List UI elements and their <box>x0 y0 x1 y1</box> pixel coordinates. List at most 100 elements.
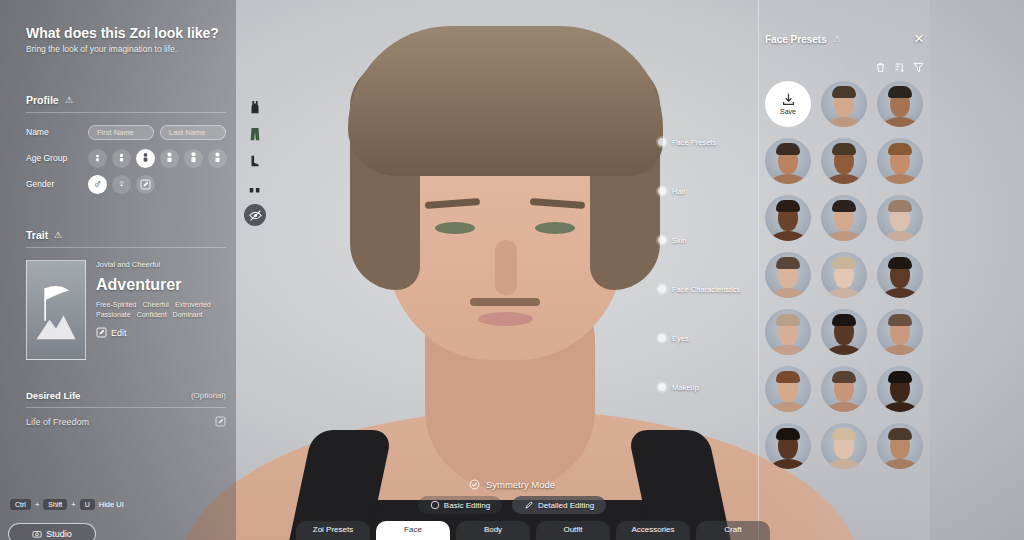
gender-button[interactable]: ♀ <box>112 175 131 194</box>
face-preset[interactable] <box>821 138 867 184</box>
age-adult-button[interactable] <box>184 149 203 168</box>
name-label: Name <box>26 127 88 137</box>
infant-person-part <box>91 152 104 165</box>
age-child-button[interactable] <box>112 149 131 168</box>
face-preset[interactable] <box>877 81 923 127</box>
symmetry-check-part <box>469 479 480 490</box>
editor-tab[interactable]: Outfit <box>536 521 610 540</box>
face-outline-part <box>430 500 440 510</box>
close-button[interactable]: × <box>914 32 924 46</box>
editor-tab[interactable]: Craft <box>696 521 770 540</box>
editor-tab[interactable]: Zoi Presets <box>296 521 370 540</box>
edit-mode-button[interactable]: Basic Editing <box>418 496 502 514</box>
name-fields <box>88 125 226 140</box>
first-name-field[interactable] <box>88 125 154 140</box>
category-item[interactable]: Makeup <box>658 378 758 396</box>
category-item[interactable]: Hair <box>658 182 758 200</box>
face-preset[interactable] <box>765 138 811 184</box>
young-person-part <box>163 152 176 165</box>
feet-part-part <box>250 188 260 192</box>
category-label: Hair <box>672 187 686 196</box>
last-name-field[interactable] <box>160 125 226 140</box>
edit-mode-button[interactable]: Detailed Editing <box>512 496 606 514</box>
editor-tab[interactable]: Face <box>376 521 450 540</box>
face-preset[interactable] <box>821 195 867 241</box>
face-preset[interactable] <box>765 252 811 298</box>
face-preset[interactable] <box>821 252 867 298</box>
face-preset[interactable] <box>765 366 811 412</box>
outfit-slot-feet[interactable] <box>244 177 266 199</box>
trait-title: Trait <box>26 229 48 241</box>
feet-part <box>248 181 262 195</box>
outfit-slot-hide[interactable] <box>244 204 266 226</box>
preset-shoulders <box>769 231 807 241</box>
download-icon <box>782 93 795 106</box>
face-preset[interactable] <box>821 309 867 355</box>
key-joiner: + <box>71 500 75 509</box>
face-preset[interactable] <box>877 309 923 355</box>
profile-title: Profile <box>26 94 59 106</box>
studio-button[interactable]: Studio <box>8 523 96 540</box>
trait-subtitle: Jovial and Cheerful <box>96 260 226 269</box>
outfit-slots <box>242 0 268 540</box>
teen-person-part-part <box>144 157 148 161</box>
shoes-icon <box>248 154 262 168</box>
preset-hair <box>776 143 800 155</box>
save-button[interactable]: Save <box>765 81 811 127</box>
preset-shoulders <box>881 117 919 127</box>
face-preset[interactable] <box>821 81 867 127</box>
category-item[interactable]: Face Presets <box>658 133 758 151</box>
preset-shoulders <box>825 117 863 127</box>
desired-life-header: Desired Life (Optional) <box>26 390 226 408</box>
optional-label: (Optional) <box>191 391 226 400</box>
filter-icon <box>913 62 924 73</box>
trait-edit-button[interactable]: Edit <box>96 327 226 338</box>
face-preset[interactable] <box>821 366 867 412</box>
age-elder-button[interactable] <box>208 149 227 168</box>
age-infant-button[interactable] <box>88 149 107 168</box>
category-item[interactable]: Face Characteristics <box>658 280 758 298</box>
delete-button[interactable] <box>875 59 886 77</box>
spacer <box>268 0 658 540</box>
edit-part-part <box>97 328 106 337</box>
desired-life-title: Desired Life <box>26 390 80 401</box>
age-young-button[interactable] <box>160 149 179 168</box>
teen-person-part-part <box>144 153 148 157</box>
editor-tab[interactable]: Body <box>456 521 530 540</box>
adult-person-part-part <box>191 152 195 156</box>
face-preset[interactable] <box>877 423 923 469</box>
bottom-part-part <box>251 128 260 140</box>
outfit-slot-shoes[interactable] <box>244 150 266 172</box>
face-preset[interactable] <box>877 366 923 412</box>
hair-top <box>348 26 663 176</box>
symmetry-toggle[interactable]: Symmetry Mode <box>469 479 555 490</box>
gender-button[interactable] <box>136 175 155 194</box>
category-label: Eyes <box>672 334 689 343</box>
category-item[interactable]: Skin <box>658 231 758 249</box>
trait-card[interactable]: Jovial and CheerfulAdventurerFree-Spirit… <box>26 260 226 360</box>
face-preset[interactable] <box>877 195 923 241</box>
trait-tag: Dominant <box>173 311 203 318</box>
sort-button[interactable] <box>894 59 905 77</box>
age-teen-button[interactable] <box>136 149 155 168</box>
face-preset[interactable] <box>877 138 923 184</box>
preset-hair <box>888 314 912 326</box>
infant-person-icon <box>91 152 104 165</box>
edit-icon <box>140 179 151 190</box>
category-item[interactable]: Eyes <box>658 329 758 347</box>
outfit-slot-top[interactable] <box>244 96 266 118</box>
face-preset[interactable] <box>765 309 811 355</box>
presets-title: Face Presets <box>765 34 827 45</box>
face-preset[interactable] <box>821 423 867 469</box>
editor-tab[interactable]: Accessories <box>616 521 690 540</box>
face-preset[interactable] <box>765 423 811 469</box>
preset-hair <box>888 428 912 440</box>
desired-life-value[interactable]: Life of Freedom <box>26 416 226 427</box>
filter-button[interactable] <box>913 59 924 77</box>
gender-button[interactable]: ♂ <box>88 175 107 194</box>
category-dot <box>658 383 666 391</box>
face-preset[interactable] <box>877 252 923 298</box>
face-preset[interactable] <box>765 195 811 241</box>
preset-hair <box>776 428 800 440</box>
outfit-slot-bottom[interactable] <box>244 123 266 145</box>
